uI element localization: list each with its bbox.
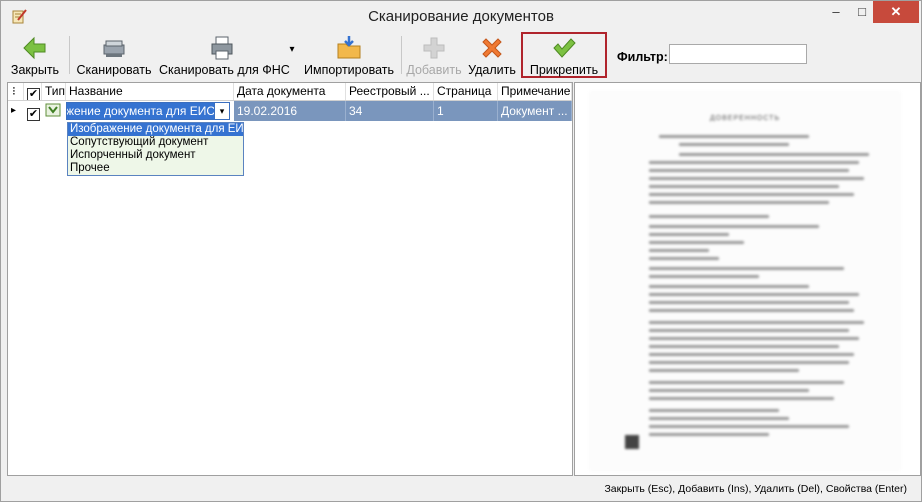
folder-import-icon (337, 36, 361, 59)
documents-grid: ⁝ ✔ Тип Название Дата документа Реестров… (7, 82, 573, 476)
type-combobox[interactable]: Изображение документа для ЕИС ▾ (66, 102, 230, 120)
dropdown-option[interactable]: Сопутствующий документ (68, 136, 243, 149)
status-hint: Закрыть (Esc), Добавить (Ins), Удалить (… (604, 483, 907, 495)
header-select-all-checkbox[interactable]: ✔ (24, 83, 42, 100)
row-registry: 34 (346, 101, 434, 121)
cross-delete-icon (482, 38, 502, 58)
close-button-label: Закрыть (10, 63, 60, 77)
checkbox-icon: ✔ (27, 88, 40, 100)
dropdown-option[interactable]: Изображение документа для ЕИС (68, 123, 252, 136)
image-document-icon (45, 103, 61, 117)
row-date: 19.02.2016 (234, 101, 346, 121)
delete-button-label: Удалить (468, 63, 516, 77)
type-combobox-value: Изображение документа для ЕИС (67, 103, 215, 119)
import-button-label: Импортировать (303, 63, 394, 77)
filter-input[interactable] (669, 44, 807, 64)
row-note: Документ ... (498, 101, 572, 121)
scan-fns-button-label: Сканировать для ФНС (159, 63, 290, 77)
document-preview-pane: ДОВЕРЕННОСТЬ (574, 82, 921, 476)
printer-icon (211, 36, 233, 60)
row-page: 1 (434, 101, 498, 121)
column-date[interactable]: Дата документа (234, 83, 346, 100)
dropdown-option[interactable]: Прочее (68, 162, 243, 175)
column-name[interactable]: Название (66, 83, 234, 100)
toolbar-separator (69, 36, 70, 74)
row-checkbox[interactable]: ✔ (24, 101, 42, 121)
column-page[interactable]: Страница (434, 83, 498, 100)
maximize-button[interactable]: □ (849, 1, 875, 23)
chevron-down-icon: ▾ (289, 44, 295, 55)
arrow-left-icon (23, 36, 46, 60)
close-button[interactable]: Закрыть (9, 32, 61, 78)
import-button[interactable]: Импортировать (303, 32, 395, 78)
scan-button[interactable]: Сканировать (75, 32, 153, 78)
scan-documents-window: Сканирование документов – □ ✕ Закрыть Ск… (0, 0, 922, 502)
preview-title: ДОВЕРЕННОСТЬ (709, 115, 781, 122)
scanner-icon (103, 40, 125, 57)
status-bar: Закрыть (Esc), Добавить (Ins), Удалить (… (1, 477, 921, 501)
attach-button-label: Прикрепить (529, 63, 599, 77)
attach-button[interactable]: Прикрепить (521, 32, 607, 78)
filter-label: Фильтр: (617, 50, 668, 64)
column-type[interactable]: Тип (42, 83, 66, 100)
title-bar: Сканирование документов – □ ✕ (1, 1, 921, 31)
type-dropdown-list: Изображение документа для ЕИС Сопутствую… (67, 122, 252, 176)
checkbox-icon: ✔ (27, 108, 40, 121)
document-preview-page: ДОВЕРЕННОСТЬ (589, 91, 901, 471)
grid-header: ⁝ ✔ Тип Название Дата документа Реестров… (8, 83, 572, 101)
close-window-button[interactable]: ✕ (873, 1, 919, 23)
minimize-button[interactable]: – (823, 1, 849, 23)
add-button-label: Добавить (406, 63, 462, 77)
toolbar-separator (401, 36, 402, 74)
window-title: Сканирование документов (368, 8, 554, 25)
column-note[interactable]: Примечание (498, 83, 572, 100)
scan-fns-button[interactable]: Сканировать для ФНС (159, 32, 290, 78)
dropdown-option[interactable]: Испорченный документ (68, 149, 243, 162)
scan-fns-dropdown[interactable]: ▾ (287, 32, 297, 78)
plus-icon (423, 37, 445, 59)
chevron-down-icon[interactable]: ▾ (214, 103, 229, 119)
table-row[interactable]: ▸ ✔ Изображение документа для ЕИС ▾ 19.0… (8, 101, 572, 121)
column-registry[interactable]: Реестровый ... (346, 83, 434, 100)
row-type (42, 101, 66, 121)
row-indicator-icon: ▸ (11, 105, 17, 116)
checkmark-icon (553, 38, 576, 58)
scan-button-label: Сканировать (76, 63, 152, 77)
toolbar: Закрыть Сканировать Сканировать для ФНС … (3, 32, 919, 78)
delete-button[interactable]: Удалить (467, 32, 517, 78)
add-button[interactable]: Добавить (405, 32, 463, 78)
column-menu-icon[interactable]: ⁝ (8, 83, 24, 100)
